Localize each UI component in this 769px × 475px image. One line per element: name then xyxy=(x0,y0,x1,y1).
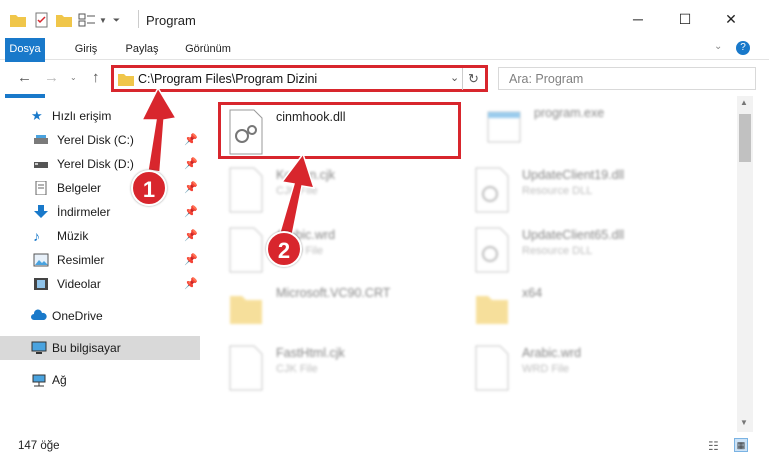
step-2-badge: 2 xyxy=(266,231,302,267)
arrow-2 xyxy=(279,152,316,237)
annotation-arrows xyxy=(140,86,316,237)
step-1-badge: 1 xyxy=(131,170,167,206)
arrow-1 xyxy=(140,86,178,173)
